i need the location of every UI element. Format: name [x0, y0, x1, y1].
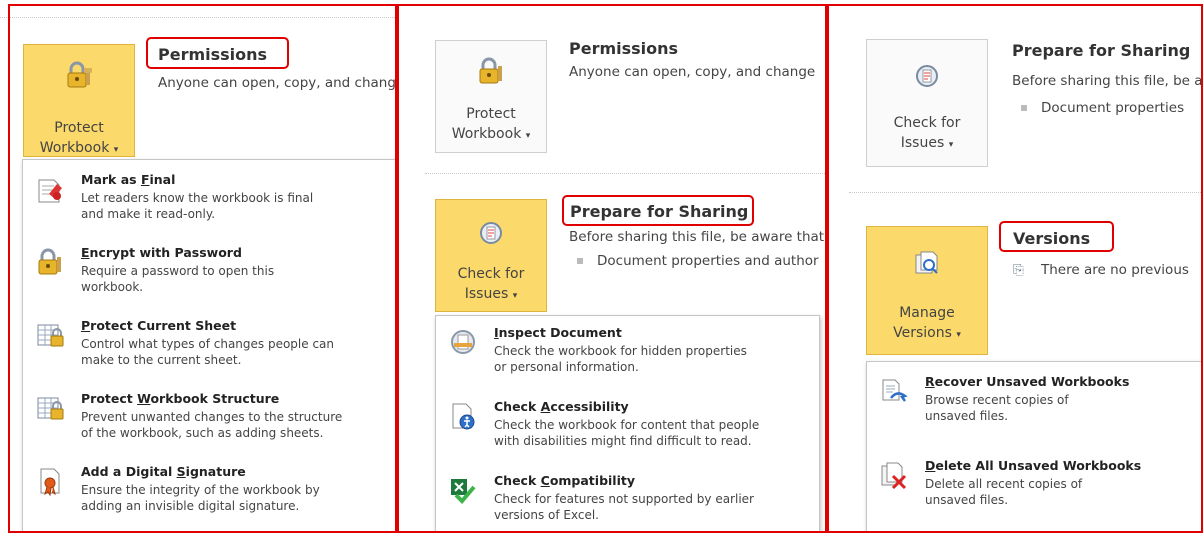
menu-item-recover-unsaved-workbooks[interactable]: Recover Unsaved Workbooks Browse recent … [867, 374, 1203, 434]
section-description: Before sharing this file, be aware that [569, 229, 825, 245]
button-label-line1: Manage [899, 305, 955, 321]
mark-final-icon [35, 174, 65, 208]
manage-versions-button[interactable]: Manage Versions ▾ [866, 226, 988, 355]
bullet-icon [577, 258, 583, 264]
button-label-line1: Check for [893, 115, 961, 131]
dropdown-arrow-icon: ▾ [525, 131, 531, 141]
menu-item-add-digital-signature[interactable]: Add a Digital Signature Ensure the integ… [23, 464, 397, 524]
menu-item-description: Ensure the integrity of the workbook by a… [81, 483, 320, 513]
menu-item-check-accessibility[interactable]: Check Accessibility Check the workbook f… [436, 399, 819, 459]
button-label-line2: Issues ▾ [464, 286, 518, 302]
separator [849, 192, 1203, 193]
dropdown-arrow-icon: ▾ [956, 330, 961, 340]
button-label-line1: Check for [457, 266, 525, 282]
check-for-issues-button[interactable]: Check for Issues ▾ [435, 199, 547, 312]
digital-signature-icon [35, 466, 65, 500]
menu-item-description: Delete all recent copies of unsaved files… [925, 477, 1083, 507]
check-for-issues-menu: Inspect Document Check the workbook for … [435, 315, 820, 533]
section-description: Anyone can open, copy, and change [158, 75, 397, 91]
excel-compatibility-icon [448, 475, 478, 509]
title-highlight [146, 37, 289, 69]
inspect-document-icon [436, 220, 546, 250]
menu-item-title: Delete All Unsaved Workbooks [925, 458, 1142, 473]
protect-workbook-menu: Mark as Final Let readers know the workb… [22, 159, 397, 533]
bullet-item: Document properties and author [577, 253, 819, 269]
separator [425, 173, 827, 174]
menu-item-check-compatibility[interactable]: Check Compatibility Check for features n… [436, 473, 819, 533]
workbook-lock-icon [35, 393, 65, 427]
button-label-line2: Workbook ▾ [39, 140, 119, 156]
dropdown-arrow-icon: ▾ [512, 291, 518, 301]
bullet-icon [1021, 105, 1027, 111]
button-label-line2: Versions ▾ [893, 325, 961, 341]
menu-item-description: Check the workbook for hidden properties… [494, 344, 747, 374]
menu-item-title: Mark as Final [81, 172, 176, 187]
menu-item-description: Require a password to open this workbook. [81, 264, 275, 294]
menu-item-title: Recover Unsaved Workbooks [925, 374, 1130, 389]
lock-key-icon [35, 247, 65, 281]
menu-item-protect-workbook-structure[interactable]: Protect Workbook Structure Prevent unwan… [23, 391, 397, 451]
section-description: Before sharing this file, be aware [1012, 73, 1203, 89]
separator [0, 17, 397, 18]
check-for-issues-button[interactable]: Check for Issues ▾ [866, 39, 988, 167]
title-highlight [999, 221, 1114, 252]
versions-status: ⎘ There are no previous [1013, 262, 1189, 278]
menu-item-title: Check Compatibility [494, 473, 635, 488]
manage-versions-panel: Check for Issues ▾ Prepare for Sharing B… [827, 0, 1203, 533]
dropdown-arrow-icon: ▾ [948, 140, 954, 150]
section-title-prepare-for-sharing: Prepare for Sharing [1012, 41, 1191, 60]
menu-item-title: Protect Workbook Structure [81, 391, 280, 406]
button-label-line2: Issues ▾ [900, 135, 954, 151]
recover-workbook-icon [879, 376, 909, 410]
menu-item-description: Check the workbook for content that peop… [494, 418, 760, 448]
menu-item-title: Check Accessibility [494, 399, 629, 414]
title-highlight [562, 195, 754, 226]
delete-workbook-icon [879, 460, 909, 494]
menu-item-title: Add a Digital Signature [81, 464, 246, 479]
protect-workbook-button[interactable]: Protect Workbook ▾ [435, 40, 547, 153]
protect-workbook-button[interactable]: Protect Workbook ▾ [23, 44, 135, 157]
menu-item-description: Control what types of changes people can… [81, 337, 335, 367]
menu-item-encrypt-with-password[interactable]: Encrypt with Password Require a password… [23, 245, 397, 305]
menu-item-title: Encrypt with Password [81, 245, 242, 260]
menu-item-title: Inspect Document [494, 325, 622, 340]
manage-versions-menu: Recover Unsaved Workbooks Browse recent … [866, 361, 1203, 533]
check-for-issues-panel: Protect Workbook ▾ Permissions Anyone ca… [397, 0, 827, 533]
menu-item-description: Prevent unwanted changes to the structur… [81, 410, 343, 440]
menu-item-inspect-document[interactable]: Inspect Document Check the workbook for … [436, 325, 819, 385]
section-description: Anyone can open, copy, and change [569, 64, 816, 80]
versions-icon [867, 249, 987, 283]
lock-key-icon [436, 56, 546, 90]
dropdown-arrow-icon: ▾ [113, 145, 119, 155]
button-label-line1: Protect [466, 106, 516, 122]
menu-item-mark-as-final[interactable]: Mark as Final Let readers know the workb… [23, 172, 397, 232]
menu-item-title: Protect Current Sheet [81, 318, 237, 333]
section-title-permissions: Permissions [569, 39, 679, 58]
menu-item-description: Let readers know the workbook is final an… [81, 191, 314, 221]
bullet-item: Document properties [1021, 100, 1184, 116]
menu-item-delete-all-unsaved-workbooks[interactable]: Delete All Unsaved Workbooks Delete all … [867, 458, 1203, 518]
sheet-lock-icon [35, 320, 65, 354]
protect-workbook-panel: Protect Workbook ▾ Permissions Anyone ca… [0, 0, 397, 533]
inspect-document-icon [448, 327, 478, 361]
button-label-line2: Workbook ▾ [451, 126, 531, 142]
lock-key-icon [24, 60, 134, 94]
menu-item-protect-current-sheet[interactable]: Protect Current Sheet Control what types… [23, 318, 397, 378]
version-info-icon: ⎘ [1013, 262, 1024, 278]
button-label-line1: Protect [54, 120, 104, 136]
accessibility-icon [448, 401, 478, 435]
menu-item-description: Check for features not supported by earl… [494, 492, 754, 522]
menu-item-description: Browse recent copies of unsaved files. [925, 393, 1069, 423]
inspect-document-icon [867, 63, 987, 93]
